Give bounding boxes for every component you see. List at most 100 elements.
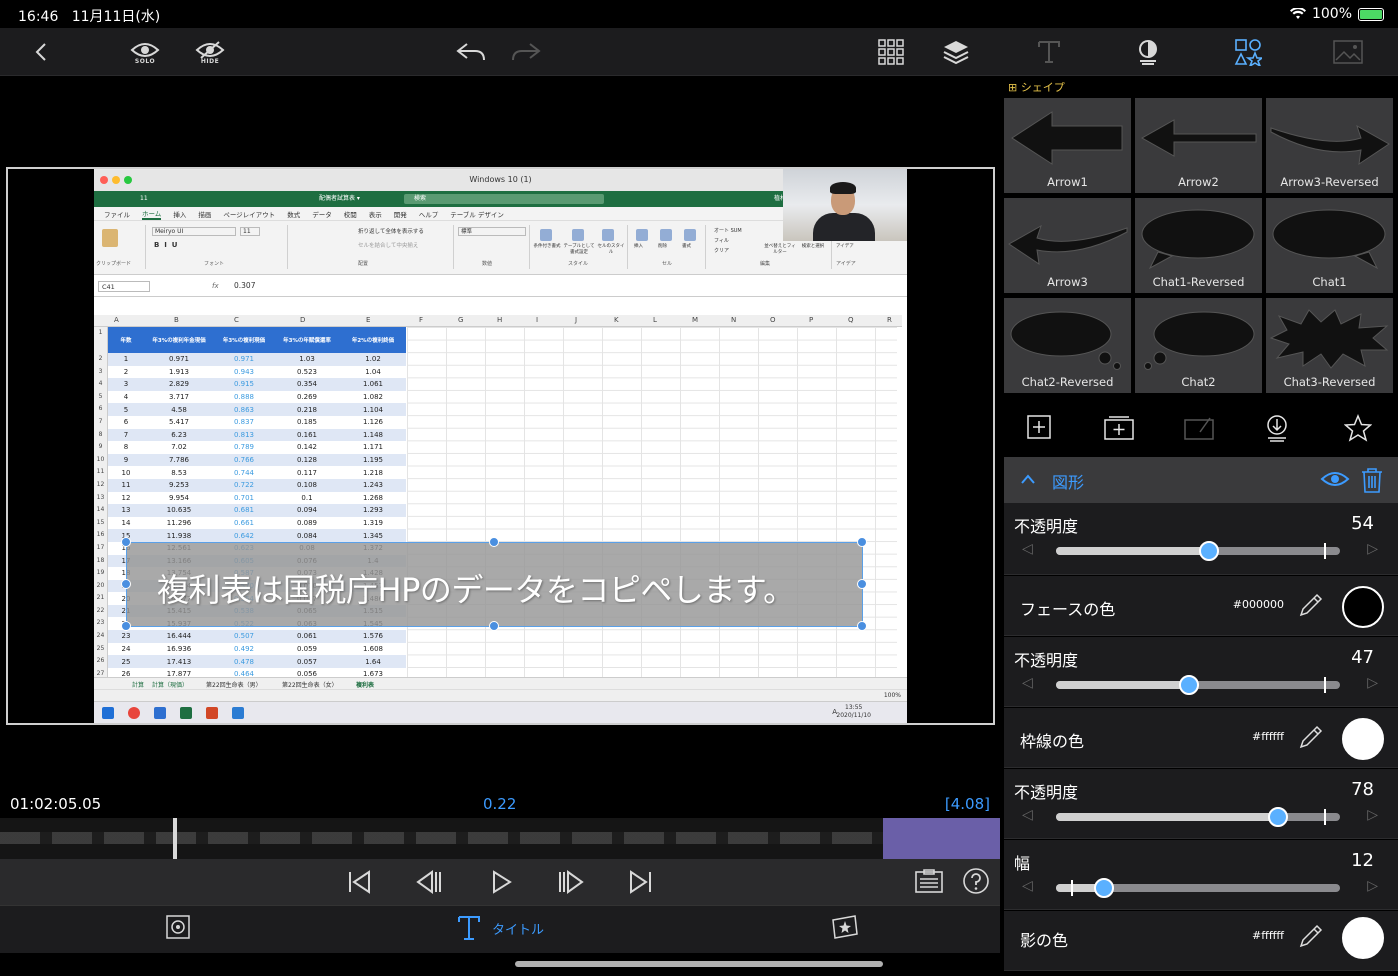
face-color-swatch[interactable] [1342, 586, 1384, 628]
increment-arrow-icon[interactable]: ▷ [1367, 878, 1378, 894]
globe-download-icon [1267, 415, 1287, 442]
skip-to-start-button[interactable] [344, 867, 374, 897]
play-button[interactable] [486, 867, 516, 897]
table-row: 23 16.444 0.507 0.061 1.576 [108, 630, 406, 643]
tab-title[interactable]: タイトル [456, 914, 544, 942]
resize-handle-bottom-left[interactable] [121, 621, 131, 631]
face-opacity-slider[interactable] [1056, 675, 1340, 695]
slider-fill [1056, 813, 1278, 821]
insert-cells-icon [636, 229, 648, 241]
undo-button[interactable] [455, 34, 487, 70]
shape-section-header[interactable]: 図形 [1004, 457, 1398, 503]
resize-handle-right[interactable] [857, 579, 867, 589]
row-header: 3 [98, 367, 103, 375]
decrement-arrow-icon[interactable]: ◁ [1022, 807, 1033, 823]
decrement-arrow-icon[interactable]: ◁ [1022, 541, 1033, 557]
column-header: B [174, 316, 179, 324]
width-slider[interactable] [1056, 878, 1340, 898]
hide-button[interactable]: HIDE [195, 34, 225, 70]
opacity-slider[interactable] [1056, 541, 1340, 561]
help-button[interactable] [962, 867, 992, 897]
skip-start-icon [349, 870, 370, 894]
skip-to-end-button[interactable] [626, 867, 656, 897]
resize-handle-bottom[interactable] [489, 621, 499, 631]
add-shape-button[interactable] [1026, 414, 1054, 442]
back-button[interactable] [30, 34, 54, 70]
star-icon [1343, 414, 1373, 442]
light-button[interactable] [1136, 34, 1160, 70]
tab-effects[interactable] [831, 914, 859, 940]
table-cell: 0.642 [214, 529, 274, 542]
row-header: 22 [96, 606, 105, 614]
shape-arrow3[interactable]: Arrow3 [1004, 198, 1131, 293]
shape-chat1-reversed[interactable]: Chat1-Reversed [1135, 198, 1262, 293]
shapes-grid-icon: ⊞ [1008, 81, 1021, 94]
table-cell: 1.268 [340, 491, 406, 505]
slider-knob[interactable] [1199, 541, 1220, 561]
solo-button[interactable]: SOLO [130, 34, 160, 70]
shape-chat2-reversed[interactable]: Chat2-Reversed [1004, 298, 1131, 393]
resize-handle-top[interactable] [489, 537, 499, 547]
redo-button[interactable] [510, 34, 542, 70]
step-back-button[interactable] [414, 867, 444, 897]
row-header: 20 [96, 581, 105, 589]
shape-chat1[interactable]: Chat1 [1266, 198, 1393, 293]
shapes-button[interactable] [1234, 34, 1262, 70]
home-indicator[interactable] [515, 961, 883, 967]
video-preview-frame[interactable]: Windows 10 (1) 11 配偶者試算表 ▾ 検索 植村 隼 ファイル … [6, 167, 995, 725]
resize-handle-top-left[interactable] [121, 537, 131, 547]
import-shape-button[interactable] [1264, 414, 1292, 442]
slider-default-tick [1071, 880, 1073, 896]
playhead[interactable] [173, 818, 177, 859]
trash-icon[interactable] [1360, 467, 1384, 493]
shape-arrow2[interactable]: Arrow2 [1135, 98, 1262, 193]
chevron-left-icon [35, 43, 46, 61]
shadow-color-swatch[interactable] [1342, 917, 1384, 959]
eyedropper-icon[interactable] [1298, 592, 1324, 618]
table-cell: 1.126 [340, 415, 406, 429]
top-toolbar: SOLO HIDE [0, 28, 1398, 76]
increment-arrow-icon[interactable]: ▷ [1367, 541, 1378, 557]
resize-handle-bottom-right[interactable] [857, 621, 867, 631]
title-clip[interactable] [883, 818, 1000, 859]
text-tool-button[interactable] [1036, 34, 1062, 70]
row-header: 2 [98, 355, 103, 362]
border-opacity-slider[interactable] [1056, 807, 1340, 827]
ribbon-tab: ファイル [104, 210, 130, 219]
resize-handle-top-right[interactable] [857, 537, 867, 547]
shape-chat3-reversed[interactable]: Chat3-Reversed [1266, 298, 1393, 393]
table-row: 9 7.786 0.766 0.128 1.195 [108, 453, 406, 467]
increment-arrow-icon[interactable]: ▷ [1367, 675, 1378, 691]
decrement-arrow-icon[interactable]: ◁ [1022, 878, 1033, 894]
layers-button[interactable] [942, 34, 970, 70]
grid-view-button[interactable] [878, 34, 904, 70]
favorite-shape-button[interactable] [1343, 414, 1373, 442]
title-caption-box[interactable]: 複利表は国税庁HPのデータをコピペします。 [126, 542, 863, 627]
table-row: 15 11.938 0.642 0.084 1.345 [108, 529, 406, 542]
webcam-overlay [783, 169, 907, 241]
clipboard-button[interactable] [914, 867, 944, 897]
edit-shape-button[interactable] [1184, 414, 1214, 442]
slider-knob[interactable] [1094, 878, 1114, 898]
eyedropper-icon[interactable] [1298, 724, 1324, 750]
timeline[interactable] [0, 818, 1000, 859]
shape-arrow1[interactable]: Arrow1 [1004, 98, 1131, 193]
row-header: 13 [96, 493, 105, 501]
slider-knob[interactable] [1179, 675, 1200, 695]
step-forward-button[interactable] [556, 867, 586, 897]
burst-shape-icon [1269, 309, 1389, 369]
image-button[interactable] [1333, 34, 1363, 70]
eyedropper-icon[interactable] [1298, 923, 1324, 949]
border-color-swatch[interactable] [1342, 718, 1384, 760]
shape-arrow3-reversed[interactable]: Arrow3-Reversed [1266, 98, 1393, 193]
slider-knob[interactable] [1267, 807, 1288, 827]
eye-visibility-icon[interactable] [1320, 469, 1350, 489]
decrement-arrow-icon[interactable]: ◁ [1022, 675, 1033, 691]
tab-transform[interactable] [165, 914, 191, 940]
video-clip-thumbnails[interactable] [0, 832, 884, 844]
shape-chat2[interactable]: Chat2 [1135, 298, 1262, 393]
increment-arrow-icon[interactable]: ▷ [1367, 807, 1378, 823]
add-to-layer-button[interactable] [1104, 414, 1134, 442]
row-header: 11 [96, 468, 105, 476]
resize-handle-left[interactable] [121, 579, 131, 589]
